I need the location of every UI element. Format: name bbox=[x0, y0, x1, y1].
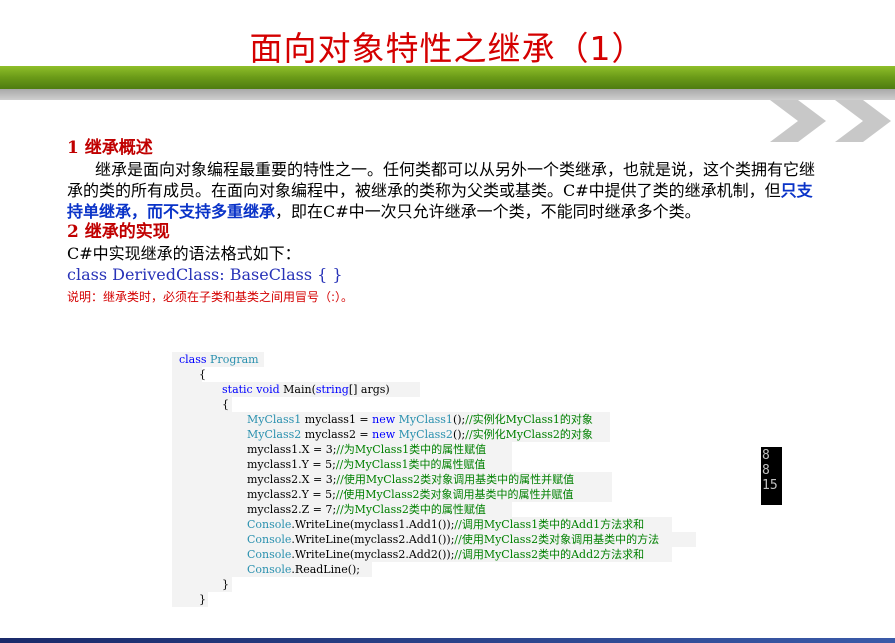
slide-title: 面向对象特性之继承（1） bbox=[249, 29, 646, 68]
section-heading-overview: 1 继承概述 bbox=[67, 138, 153, 158]
code-line: { bbox=[172, 397, 232, 412]
code-line: class Program bbox=[172, 352, 264, 367]
code-line: Console.WriteLine(myclass2.Add1());//使用M… bbox=[172, 532, 696, 547]
code-line: Console.WriteLine(myclass1.Add1());//调用M… bbox=[172, 517, 672, 532]
code-line: MyClass2 myclass2 = new MyClass2();//实例化… bbox=[172, 427, 610, 442]
code-listing: class Program { static void Main(string[… bbox=[172, 352, 772, 607]
chevron-arrows-icon bbox=[770, 100, 891, 142]
code-line: myclass2.X = 3;//使用MyClass2类对象调用基类中的属性并赋… bbox=[172, 472, 612, 487]
overview-text-2: ，即在C#中一次只允许继承一个类，不能同时继承多个类。 bbox=[275, 202, 701, 221]
syntax-intro: C#中实现继承的语法格式如下： bbox=[67, 244, 301, 263]
code-line: Console.WriteLine(myclass2.Add2());//调用M… bbox=[172, 547, 672, 562]
code-line: } bbox=[172, 577, 232, 592]
code-line: myclass2.Y = 5;//使用MyClass2类对象调用基类中的属性并赋… bbox=[172, 487, 612, 502]
code-line: MyClass1 myclass1 = new MyClass1();//实例化… bbox=[172, 412, 610, 427]
overview-paragraph: 继承是面向对象编程最重要的特性之一。任何类都可以从另外一个类继承，也就是说，这个… bbox=[67, 159, 827, 222]
section-heading-implementation: 2 继承的实现 bbox=[67, 222, 170, 242]
slide-body: 1 继承概述 继承是面向对象编程最重要的特性之一。任何类都可以从另外一个类继承，… bbox=[67, 138, 827, 307]
footer-rule bbox=[0, 638, 895, 643]
console-output-line: 15 bbox=[762, 478, 778, 493]
title-band-gray bbox=[0, 89, 895, 100]
code-line: myclass2.Z = 7;//为MyClass2类中的属性赋值 bbox=[172, 502, 512, 517]
code-line: myclass1.Y = 5;//为MyClass1类中的属性赋值 bbox=[172, 457, 512, 472]
code-line: Console.ReadLine(); bbox=[172, 562, 372, 577]
code-line: myclass1.X = 3;//为MyClass1类中的属性赋值 bbox=[172, 442, 512, 457]
console-output-line: 8 bbox=[762, 448, 770, 463]
code-line: } bbox=[172, 592, 208, 607]
code-line: static void Main(string[] args) bbox=[172, 382, 420, 397]
overview-text-1: 继承是面向对象编程最重要的特性之一。任何类都可以从另外一个类继承，也就是说，这个… bbox=[67, 160, 816, 200]
syntax-note: 说明：继承类时，必须在子类和基类之间用冒号（:）。 bbox=[67, 290, 354, 304]
syntax-declaration: class DerivedClass: BaseClass { } bbox=[67, 265, 343, 284]
console-output-line: 8 bbox=[762, 463, 770, 478]
console-output: 8 8 15 bbox=[761, 447, 782, 505]
code-line: { bbox=[172, 367, 206, 382]
title-band-green bbox=[0, 66, 895, 89]
